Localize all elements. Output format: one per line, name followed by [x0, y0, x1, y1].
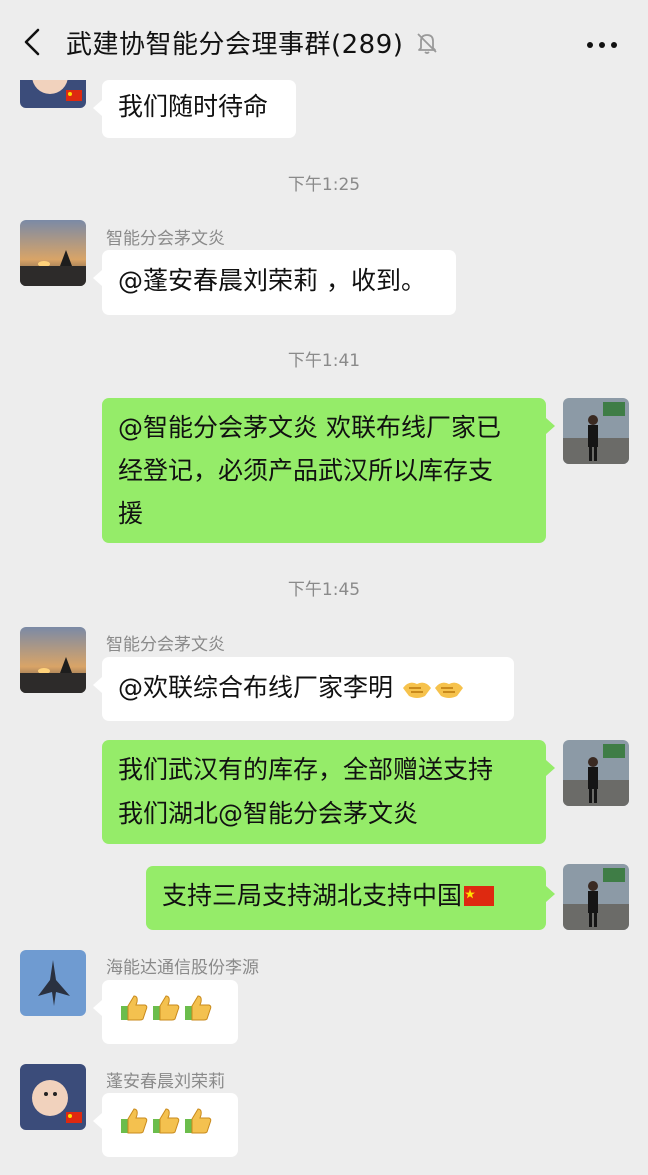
message-bubble[interactable]: 支持三局支持湖北支持中国	[146, 866, 555, 930]
sender-name: 智能分会茅文炎	[106, 635, 225, 655]
timestamp: 下午1:25	[287, 175, 361, 195]
thumbs-up-icon	[118, 992, 150, 1038]
self-avatar-image	[563, 740, 629, 806]
message-text-line: @智能分会茅文炎 欢联布线厂家已	[118, 413, 501, 442]
mute-bell-icon	[414, 30, 440, 56]
message-bubble[interactable]: 我们武汉有的库存，全部赠送支持 我们湖北@智能分会茅文炎	[102, 740, 555, 844]
back-icon[interactable]	[18, 26, 48, 58]
chat-area[interactable]: 我们随时待命 下午1:25 智能分会茅文炎 @蓬安春晨刘荣莉 ，收到。 下午1:…	[0, 0, 648, 1175]
sunset-avatar-image	[20, 627, 86, 693]
avatar-self[interactable]	[563, 398, 629, 464]
avatar-self[interactable]	[563, 864, 629, 930]
avatar-li-yuan[interactable]	[20, 950, 86, 1016]
jet-avatar-image	[20, 950, 86, 1016]
avatar-mao-wenyan[interactable]	[20, 627, 86, 693]
thumbs-up-icon	[150, 1105, 182, 1151]
chat-header: 武建协智能分会理事群(289)	[0, 0, 648, 80]
message-bubble[interactable]	[93, 980, 238, 1044]
message-text: @欢联综合布线厂家李明	[118, 673, 401, 702]
chat-title: 武建协智能分会理事群(289)	[66, 30, 404, 60]
handshake-icon	[401, 672, 433, 716]
avatar-liu-rongli[interactable]	[20, 1064, 86, 1130]
message-bubble[interactable]: @蓬安春晨刘荣莉 ，收到。	[93, 250, 456, 315]
timestamp: 下午1:45	[287, 580, 361, 600]
avatar-mao-wenyan[interactable]	[20, 220, 86, 286]
more-options-icon[interactable]	[585, 36, 619, 48]
message-text-line: 我们武汉有的库存，全部赠送支持	[118, 755, 494, 784]
message-text: 支持三局支持湖北支持中国	[162, 881, 463, 910]
message-text: @蓬安春晨刘荣莉 ，收到。	[118, 266, 426, 295]
sender-name: 海能达通信股份李源	[106, 958, 259, 978]
thumbs-up-icon	[182, 992, 214, 1038]
message-bubble[interactable]: @欢联综合布线厂家李明	[93, 657, 514, 721]
message-bubble[interactable]: @智能分会茅文炎 欢联布线厂家已 经登记，必须产品武汉所以库存支 援	[102, 398, 555, 543]
message-text-line: 援	[118, 499, 144, 528]
message-text: 我们随时待命	[118, 92, 269, 121]
message-text-line: 我们湖北@智能分会茅文炎	[118, 799, 419, 828]
avatar-self[interactable]	[563, 740, 629, 806]
self-avatar-image	[563, 864, 629, 930]
message-bubble[interactable]: 我们随时待命	[93, 80, 296, 138]
timestamp: 下午1:41	[287, 351, 361, 371]
thumbs-up-icon	[150, 992, 182, 1038]
china-flag-icon	[464, 876, 495, 906]
message-text-line: 经登记，必须产品武汉所以库存支	[118, 456, 494, 485]
self-avatar-image	[563, 398, 629, 464]
handshake-icon	[433, 672, 465, 716]
message-bubble[interactable]	[93, 1093, 238, 1157]
avatar-liu-rongli-image	[20, 1064, 86, 1130]
sender-name: 蓬安春晨刘荣莉	[106, 1072, 225, 1092]
sunset-avatar-image	[20, 220, 86, 286]
sender-name: 智能分会茅文炎	[106, 229, 225, 249]
thumbs-up-icon	[118, 1105, 150, 1151]
thumbs-up-icon	[182, 1105, 214, 1151]
